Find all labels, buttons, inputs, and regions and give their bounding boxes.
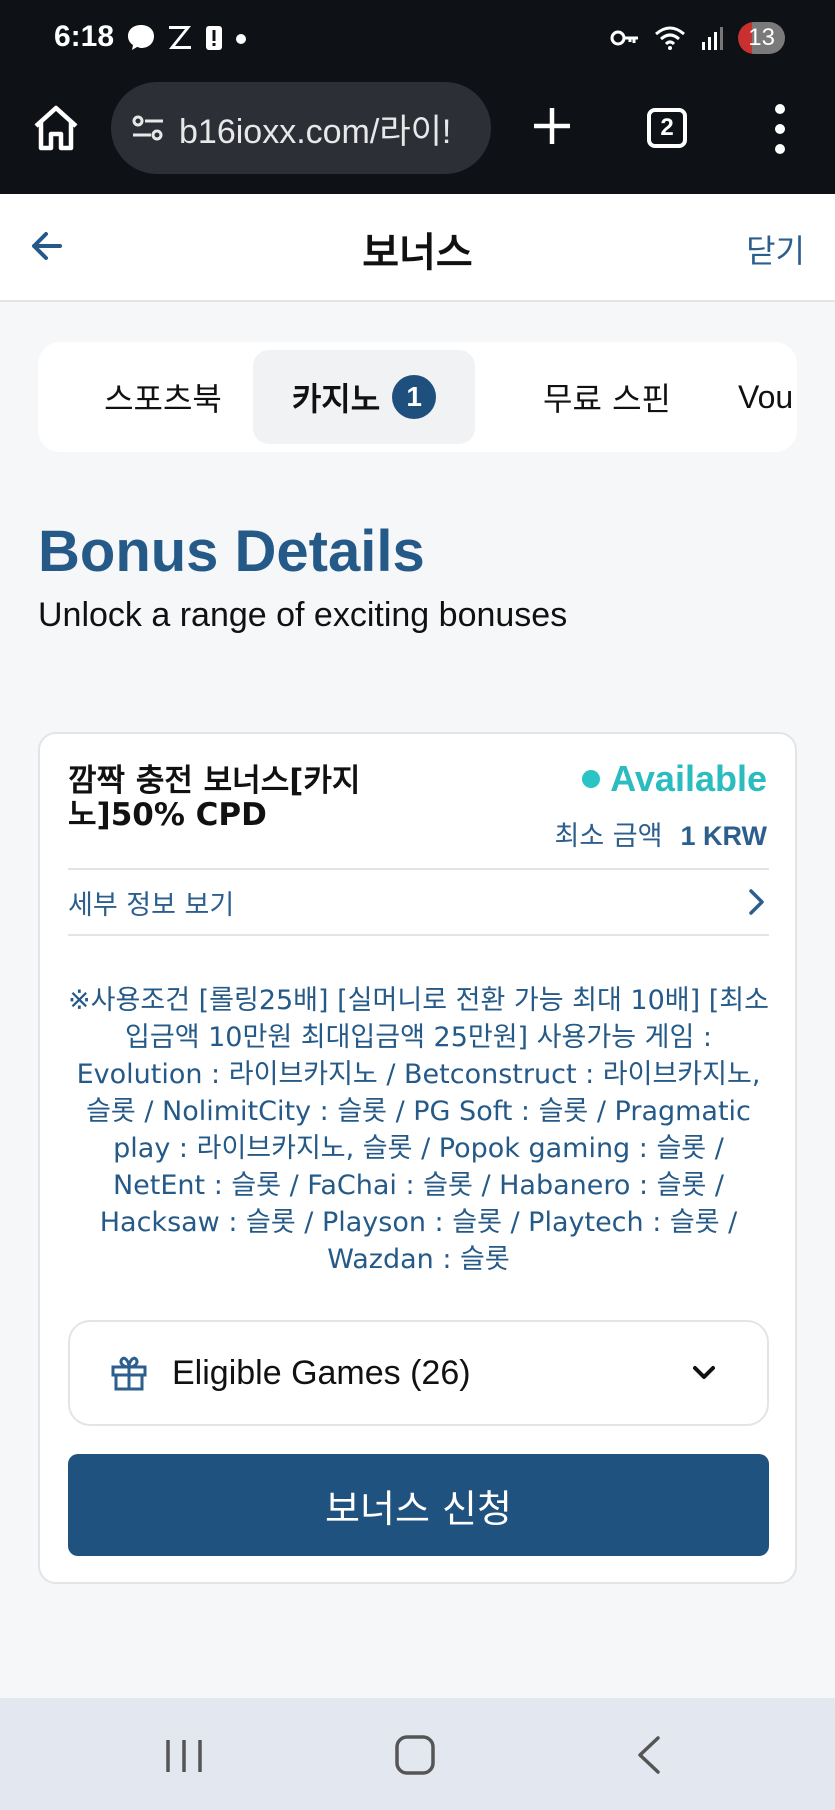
tab-label: 카지노 xyxy=(291,380,381,418)
view-details-label: 세부 정보 보기 xyxy=(68,889,235,921)
section-title: Bonus Details xyxy=(38,519,425,584)
status-bar: 6:18 13 xyxy=(0,0,835,80)
tab-count-badge: 1 xyxy=(392,375,437,419)
min-amount-value: 1 KRW xyxy=(680,821,767,851)
tab-sportsbook[interactable]: 스포츠북 xyxy=(58,350,268,444)
status-icons-left xyxy=(126,22,248,52)
url-text[interactable]: b16ioxx.com/라이! xyxy=(179,104,469,153)
tab-label: 무료 스핀 xyxy=(543,380,671,418)
bonus-category-tabs: 스포츠북 카지노 1 무료 스핀 Vou xyxy=(38,342,797,452)
home-icon[interactable] xyxy=(30,102,82,154)
back-nav-icon[interactable] xyxy=(620,1730,680,1780)
key-icon xyxy=(610,30,639,46)
eligible-games-dropdown[interactable]: Eligible Games (26) xyxy=(68,1320,769,1426)
address-bar[interactable]: b16ioxx.com/라이! xyxy=(111,82,491,174)
chevron-right-icon xyxy=(749,889,764,915)
home-nav-icon[interactable] xyxy=(385,1730,445,1780)
bonus-name: 깜짝 충전 보너스[카지노]50% CPD xyxy=(68,763,361,833)
tab-vouchers[interactable]: Vou xyxy=(738,350,797,444)
apply-bonus-button[interactable]: 보너스 신청 xyxy=(68,1454,769,1556)
messenger-icon xyxy=(128,25,154,50)
plus-icon xyxy=(534,108,570,144)
bonus-terms: ※사용조건 [롤링25배] [실머니로 전환 가능 최대 10배] [최소입금액… xyxy=(68,985,769,1275)
browser-toolbar: b16ioxx.com/라이! 2 xyxy=(0,80,835,194)
status-dot-icon xyxy=(582,770,601,788)
status-badge: Available xyxy=(582,758,767,800)
close-button[interactable]: 닫기 xyxy=(746,226,805,272)
tab-casino[interactable]: 카지노 1 xyxy=(253,350,475,444)
tab-label: Vou xyxy=(738,378,794,415)
tab-free-spins[interactable]: 무료 스핀 xyxy=(496,350,718,444)
min-amount: 최소 금액 1 KRW xyxy=(555,814,767,853)
more-menu-icon[interactable] xyxy=(770,104,790,154)
dot-icon xyxy=(236,34,246,44)
site-settings-icon[interactable] xyxy=(131,113,165,143)
battery-indicator: 13 xyxy=(738,22,785,54)
wifi-icon xyxy=(655,26,686,50)
status-icons-right: 13 xyxy=(610,22,785,54)
section-subtitle: Unlock a range of exciting bonuses xyxy=(38,596,568,634)
page-title: 보너스 xyxy=(362,230,473,276)
status-time: 6:18 xyxy=(54,20,115,53)
new-tab-button[interactable] xyxy=(528,98,576,154)
min-amount-label: 최소 금액 xyxy=(554,821,663,852)
system-nav-bar xyxy=(0,1698,835,1810)
page-header: 보너스 닫기 xyxy=(0,194,835,302)
gift-icon xyxy=(111,1356,147,1391)
eligible-games-label: Eligible Games (26) xyxy=(172,1353,471,1392)
bonus-card: 깜짝 충전 보너스[카지노]50% CPD Available 최소 금액 1 … xyxy=(38,732,797,1584)
tab-label: 스포츠북 xyxy=(104,380,222,418)
alert-icon xyxy=(206,26,222,50)
tab-switcher-button[interactable]: 2 xyxy=(647,108,687,148)
chevron-down-icon xyxy=(693,1366,715,1379)
signal-icon xyxy=(702,27,724,50)
recent-apps-icon[interactable] xyxy=(154,1730,214,1780)
z-icon xyxy=(169,26,191,49)
status-text: Available xyxy=(610,758,767,799)
view-details-link[interactable]: 세부 정보 보기 xyxy=(68,868,769,936)
